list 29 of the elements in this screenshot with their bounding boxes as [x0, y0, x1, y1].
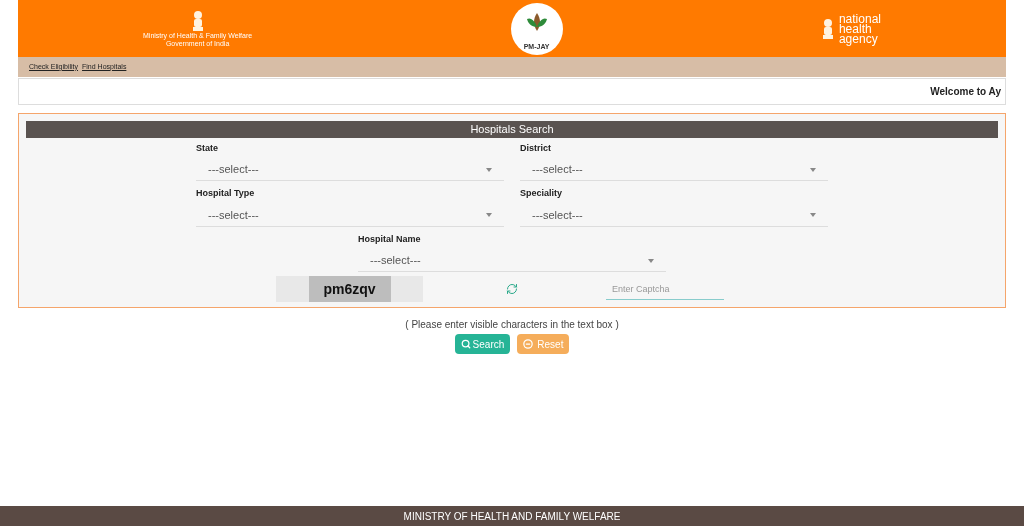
- field-label: State: [196, 141, 219, 155]
- footer-text: MINISTRY OF HEALTH AND FAMILY WELFARE: [403, 509, 621, 524]
- field-label: District: [520, 141, 552, 155]
- select-dropdown[interactable]: ---select---: [520, 159, 828, 181]
- caret-icon: [648, 258, 654, 263]
- select-dropdown[interactable]: ---select---: [196, 204, 504, 227]
- caret-icon: [810, 213, 816, 217]
- refresh-icon[interactable]: [506, 283, 518, 295]
- caret-icon: [486, 167, 492, 172]
- select-dropdown[interactable]: ---select---: [358, 250, 666, 272]
- field-label: Hospital Type: [196, 187, 256, 200]
- agency-text: national: [838, 13, 881, 24]
- field-label: Speciality: [520, 187, 564, 200]
- panel-title: Hospitals Search: [26, 121, 998, 138]
- select-dropdown[interactable]: ---select---: [196, 159, 504, 181]
- caret-icon: [810, 167, 816, 172]
- welcome-text: Welcome to Ay: [930, 85, 1001, 99]
- field-label: Hospital Name: [358, 232, 422, 246]
- agency-text: health: [838, 23, 873, 34]
- hint-text: ( Please enter visible characters in the text box ): [405, 318, 619, 332]
- captcha-image: pm6zqv: [276, 276, 423, 302]
- captcha-field[interactable]: Enter Captcha: [606, 278, 724, 300]
- minus-icon: [523, 339, 534, 349]
- search-icon: [460, 339, 471, 349]
- select-dropdown[interactable]: ---select---: [520, 204, 828, 227]
- caret-icon: [486, 213, 492, 217]
- emblem-icon: [190, 9, 205, 32]
- agency-text: agency: [838, 33, 879, 44]
- emblem-icon: [820, 17, 835, 40]
